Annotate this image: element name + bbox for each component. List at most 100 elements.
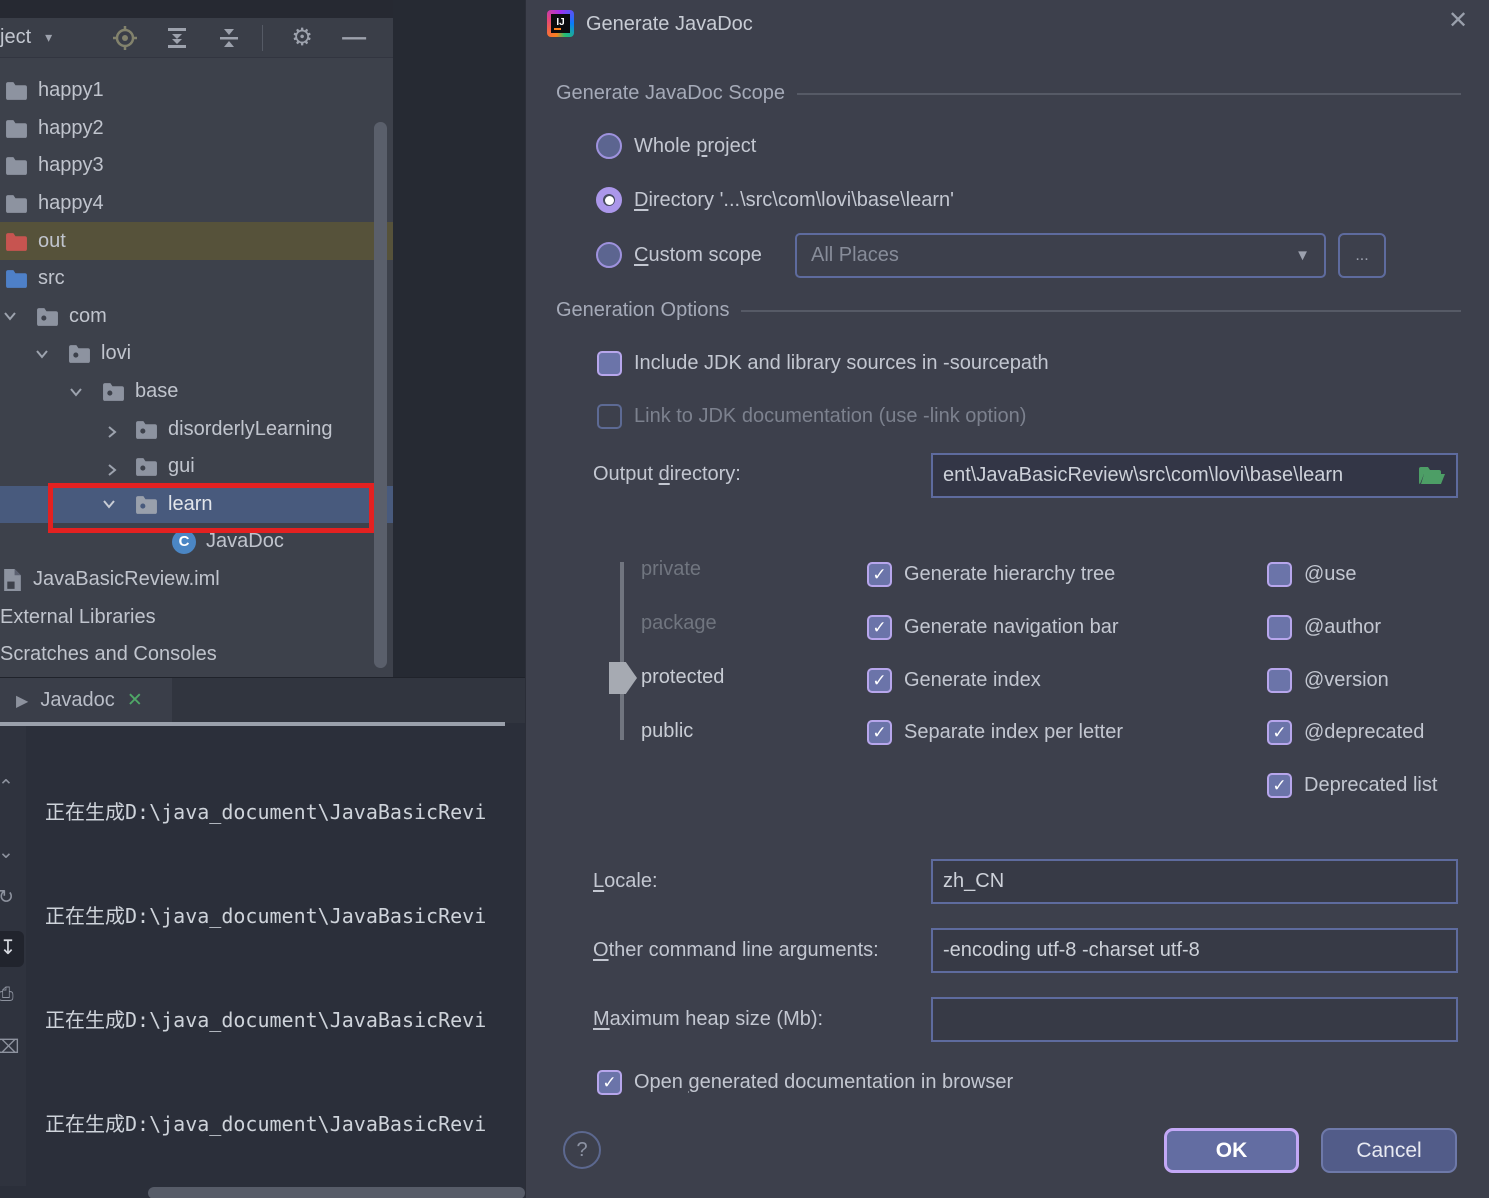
- tree-row-com[interactable]: com: [0, 298, 393, 336]
- tree-row-lovi[interactable]: lovi: [0, 335, 393, 373]
- visibility-slider-track[interactable]: [620, 562, 624, 740]
- checkbox-checked-icon[interactable]: ✓: [597, 1070, 622, 1095]
- tree-row-happy2[interactable]: happy2: [0, 110, 393, 148]
- radio-custom-scope[interactable]: Custom scope: [596, 242, 762, 268]
- clear-all-icon[interactable]: ⌫: [0, 1036, 21, 1059]
- radio-icon[interactable]: [596, 133, 622, 159]
- checkbox-generate-index[interactable]: ✓ Generate index: [867, 668, 1041, 693]
- output-directory-field[interactable]: ent\JavaBasicReview\src\com\lovi\base\le…: [931, 453, 1458, 498]
- checkbox-separate-index[interactable]: ✓ Separate index per letter: [867, 720, 1123, 745]
- collapse-all-icon[interactable]: [216, 25, 242, 51]
- console-horizontal-scrollbar[interactable]: [148, 1187, 525, 1198]
- tree-row-gui[interactable]: gui: [0, 448, 393, 486]
- checkbox-label: @author: [1304, 616, 1382, 638]
- checkbox-unchecked-icon[interactable]: ✓: [1267, 615, 1292, 640]
- chevron-down-icon[interactable]: ▾: [45, 29, 52, 46]
- down-chevron-icon[interactable]: ⌄: [0, 841, 21, 864]
- radio-whole-project[interactable]: Whole project: [596, 133, 756, 159]
- options-section-title: Generation Options: [556, 299, 730, 321]
- tree-vertical-scrollbar[interactable]: [374, 122, 387, 668]
- checkbox-author-tag[interactable]: ✓ @author: [1267, 615, 1381, 640]
- chevron-expanded-icon[interactable]: [70, 385, 86, 399]
- tree-row-external-libraries[interactable]: External Libraries: [0, 598, 393, 636]
- console-line: 正在生成D:\java_document\JavaBasicRevi: [45, 1111, 487, 1136]
- close-tab-icon[interactable]: ✕: [127, 689, 143, 712]
- tree-row-happy4[interactable]: happy4: [0, 185, 393, 223]
- tree-row-happy1[interactable]: happy1: [0, 72, 393, 110]
- checkbox-version-tag[interactable]: ✓ @version: [1267, 668, 1389, 693]
- chevron-expanded-icon[interactable]: [4, 309, 20, 323]
- tree-row-scratches[interactable]: Scratches and Consoles: [0, 636, 393, 674]
- checkbox-include-jdk[interactable]: ✓ Include JDK and library sources in -so…: [597, 351, 1049, 376]
- chevron-collapsed-icon[interactable]: [105, 460, 119, 476]
- tree-label: out: [38, 229, 66, 252]
- tree-row-happy3[interactable]: happy3: [0, 147, 393, 185]
- checkbox-hierarchy-tree[interactable]: ✓ Generate hierarchy tree: [867, 562, 1115, 587]
- radio-icon[interactable]: [596, 242, 622, 268]
- tree-row-learn[interactable]: learn: [0, 485, 393, 524]
- checkbox-unchecked-icon[interactable]: ✓: [1267, 562, 1292, 587]
- browse-scopes-button[interactable]: ...: [1338, 233, 1386, 278]
- tree-row-disorderlyLearning[interactable]: disorderlyLearning: [0, 410, 393, 448]
- checkbox-label: Link to JDK documentation (use -link opt…: [634, 405, 1027, 427]
- checkbox-link-jdk[interactable]: ✓ Link to JDK documentation (use -link o…: [597, 404, 1026, 429]
- locate-target-icon[interactable]: [112, 25, 138, 51]
- ok-button[interactable]: OK: [1164, 1128, 1299, 1173]
- checkbox-navigation-bar[interactable]: ✓ Generate navigation bar: [867, 615, 1119, 640]
- checkbox-deprecated-list[interactable]: ✓ Deprecated list: [1267, 773, 1437, 798]
- checkbox-use-tag[interactable]: ✓ @use: [1267, 562, 1357, 587]
- visibility-public[interactable]: public: [641, 720, 693, 743]
- checkbox-open-in-browser[interactable]: ✓ Open generated documentation in browse…: [597, 1070, 1013, 1095]
- rerun-icon[interactable]: ↻: [0, 886, 21, 909]
- gear-icon[interactable]: ⚙: [289, 24, 315, 51]
- checkbox-label: Generate navigation bar: [904, 616, 1119, 638]
- tree-row-out[interactable]: out: [0, 222, 393, 260]
- visibility-package[interactable]: package: [641, 612, 717, 635]
- arguments-value: -encoding utf-8 -charset utf-8: [943, 939, 1200, 961]
- tree-row-iml[interactable]: JavaBasicReview.iml: [0, 561, 393, 599]
- tree-row-base[interactable]: base: [0, 373, 393, 411]
- checkbox-checked-icon[interactable]: ✓: [867, 615, 892, 640]
- heap-size-label: Maximum heap size (Mb):: [593, 1008, 824, 1030]
- scroll-to-end-icon[interactable]: ↧: [0, 931, 24, 967]
- checkbox-label: Open generated documentation in browser: [634, 1071, 1014, 1093]
- tree-row-javadoc-class[interactable]: C JavaDoc: [0, 523, 393, 561]
- visibility-protected[interactable]: protected: [641, 666, 724, 689]
- folder-icon: [5, 194, 28, 213]
- checkbox-checked-icon[interactable]: ✓: [1267, 720, 1292, 745]
- help-button[interactable]: ?: [563, 1131, 601, 1169]
- close-icon[interactable]: ✕: [1448, 9, 1468, 33]
- open-folder-icon[interactable]: [1418, 465, 1446, 487]
- tab-javadoc[interactable]: ▶ Javadoc ✕: [0, 678, 172, 723]
- chevron-expanded-icon[interactable]: [103, 497, 119, 511]
- checkbox-label: @use: [1304, 563, 1357, 585]
- expand-all-icon[interactable]: [164, 25, 190, 51]
- package-folder-icon: [68, 344, 91, 364]
- radio-directory[interactable]: Directory '...\src\com\lovi\base\learn': [596, 187, 954, 213]
- tree-row-src[interactable]: src: [0, 260, 393, 298]
- locale-field[interactable]: zh_CN: [931, 859, 1458, 904]
- editor-background: [393, 0, 525, 677]
- cancel-button[interactable]: Cancel: [1321, 1128, 1457, 1173]
- checkbox-unchecked-icon[interactable]: ✓: [597, 351, 622, 376]
- checkbox-label: Deprecated list: [1304, 774, 1438, 796]
- chevron-collapsed-icon[interactable]: [105, 422, 119, 438]
- project-toolbar-title[interactable]: ject: [0, 26, 31, 49]
- checkbox-deprecated-tag[interactable]: ✓ @deprecated: [1267, 720, 1424, 745]
- visibility-private[interactable]: private: [641, 558, 701, 581]
- checkbox-checked-icon[interactable]: ✓: [1267, 773, 1292, 798]
- checkbox-checked-icon[interactable]: ✓: [867, 668, 892, 693]
- arguments-field[interactable]: -encoding utf-8 -charset utf-8: [931, 928, 1458, 973]
- project-tree: happy1 happy2 happy3 happy4 out src com: [0, 58, 393, 677]
- heap-size-field[interactable]: [931, 997, 1458, 1042]
- print-icon[interactable]: ⎙: [0, 984, 21, 1006]
- up-chevron-icon[interactable]: ⌃: [0, 776, 21, 799]
- chevron-expanded-icon[interactable]: [36, 347, 52, 361]
- custom-scope-dropdown[interactable]: All Places ▼: [795, 233, 1326, 278]
- checkbox-checked-icon[interactable]: ✓: [867, 720, 892, 745]
- checkbox-checked-icon[interactable]: ✓: [867, 562, 892, 587]
- radio-selected-icon[interactable]: [596, 187, 622, 213]
- hide-panel-icon[interactable]: —: [341, 24, 367, 51]
- checkbox-unchecked-icon[interactable]: ✓: [1267, 668, 1292, 693]
- visibility-slider-thumb[interactable]: [609, 662, 637, 694]
